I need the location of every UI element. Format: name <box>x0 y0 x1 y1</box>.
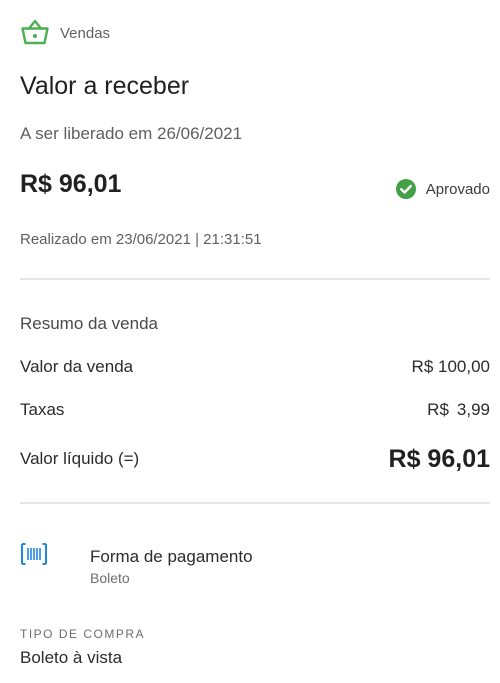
section-label: Vendas <box>60 24 111 42</box>
payment-method-value: Boleto <box>90 570 130 586</box>
summary-title: Resumo da venda <box>20 314 158 333</box>
release-date-text: A ser liberado em 26/06/2021 <box>20 124 243 143</box>
header: Vendas <box>20 18 110 48</box>
taxes-value: 3,99 <box>456 400 490 419</box>
summary-row-sale-value: Valor da venda R$ 100,00 <box>20 355 490 379</box>
summary-row-net-value: Valor líquido (=) R$ 96,01 <box>20 443 490 475</box>
purchase-type-label: TIPO DE COMPRA <box>20 627 146 641</box>
check-circle-icon <box>395 179 416 199</box>
status-label: Aprovado <box>425 180 490 198</box>
barcode-icon <box>21 543 47 565</box>
taxes-currency: R$ <box>427 400 449 419</box>
realized-datetime-text: Realizado em 23/06/2021 | 21:31:51 <box>20 231 262 248</box>
status-badge: Aprovado <box>395 177 490 201</box>
net-value-label: Valor líquido (=) <box>20 449 140 468</box>
sale-detail-screen: Vendas Valor a receber A ser liberado em… <box>0 0 500 683</box>
summary-row-taxes: Taxas R$ 3,99 <box>20 398 490 422</box>
payment-method-title: Forma de pagamento <box>90 547 253 566</box>
net-value-amount: R$ 96,01 <box>388 444 490 473</box>
shopping-basket-icon <box>21 19 49 45</box>
taxes-amount: R$ 3,99 <box>427 400 490 420</box>
purchase-type-value: Boleto à vista <box>20 648 123 667</box>
amount-to-receive: R$ 96,01 <box>20 170 122 198</box>
divider <box>20 502 490 504</box>
page-title: Valor a receber <box>20 72 190 100</box>
sale-value-amount: R$ 100,00 <box>411 357 490 376</box>
taxes-label: Taxas <box>20 400 65 419</box>
sale-value-label: Valor da venda <box>20 357 134 376</box>
divider <box>20 278 490 280</box>
